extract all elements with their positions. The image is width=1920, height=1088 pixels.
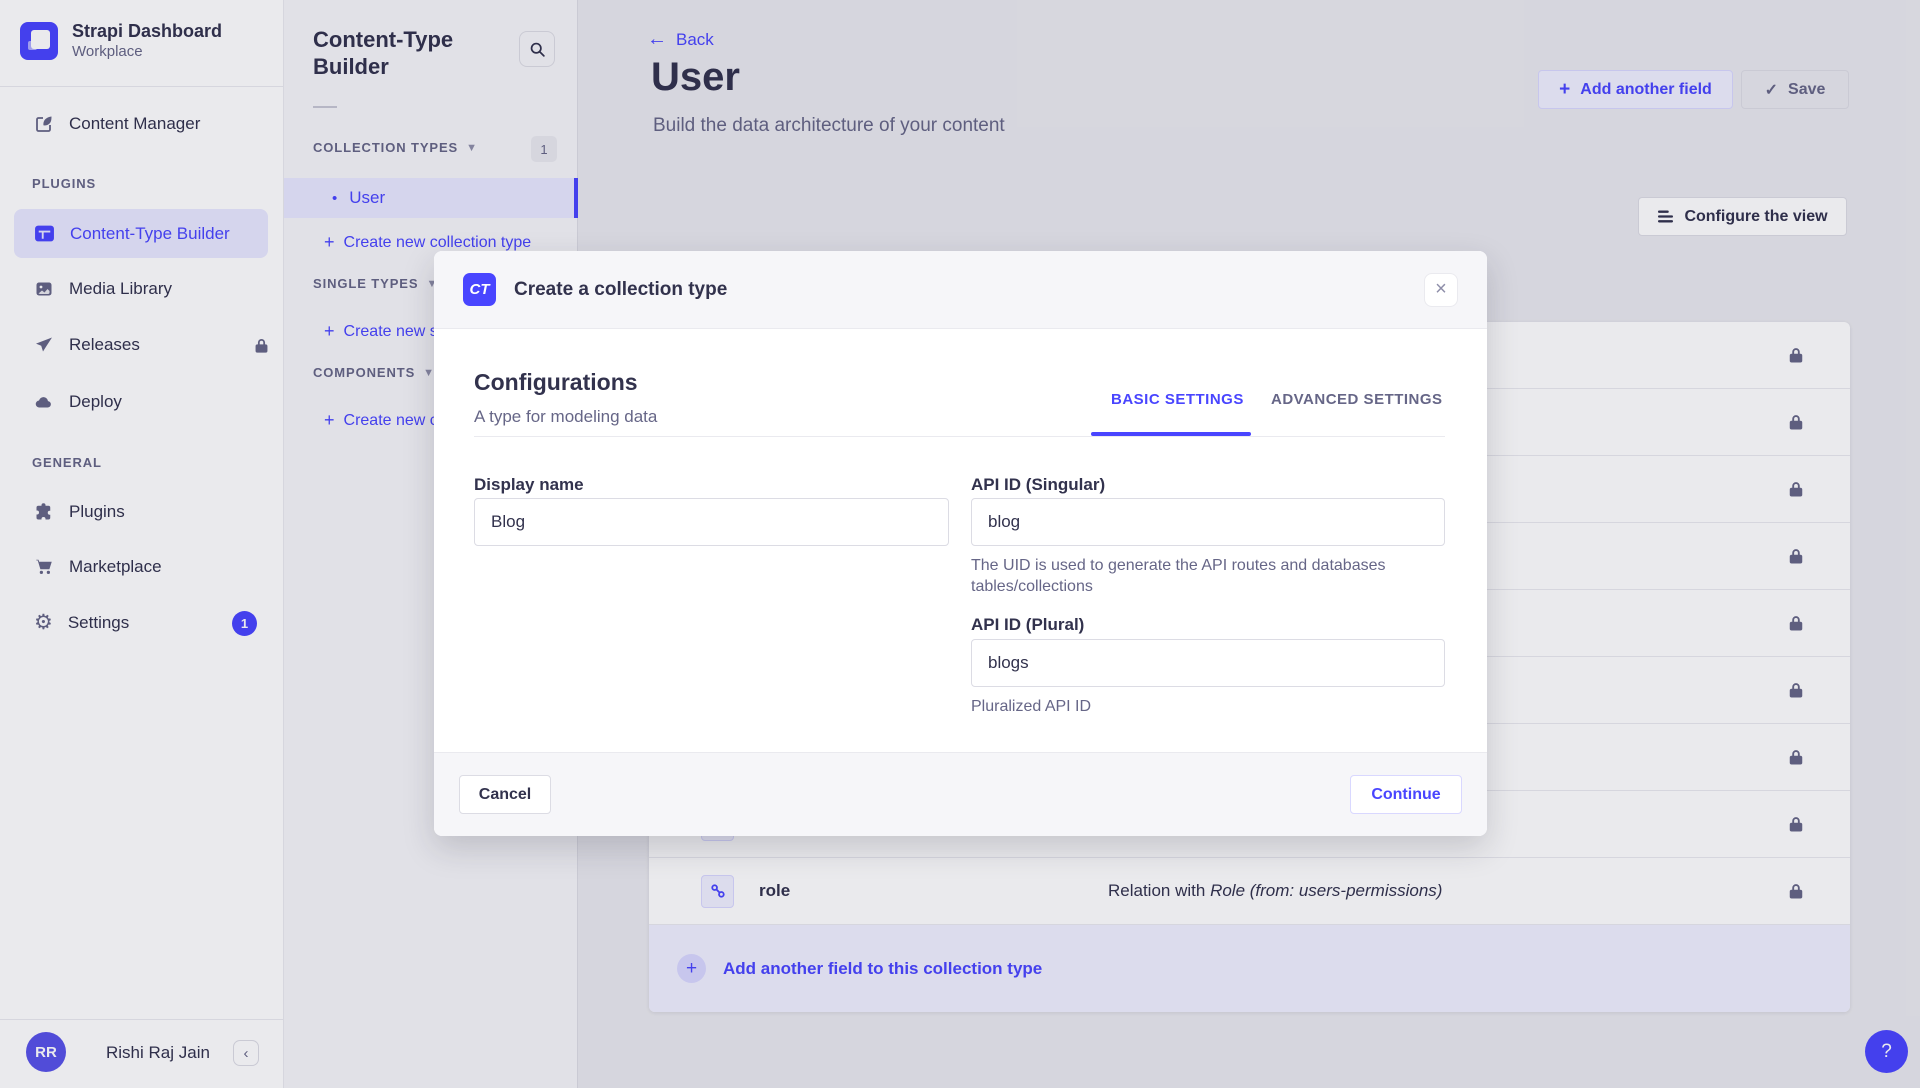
api-id-singular-hint: The UID is used to generate the API rout… [971, 555, 1411, 597]
close-icon[interactable]: × [1424, 273, 1458, 307]
modal-footer: Cancel Continue [434, 752, 1487, 836]
continue-button[interactable]: Continue [1350, 775, 1462, 814]
modal-title: Create a collection type [514, 279, 727, 301]
configurations-heading: Configurations [474, 369, 638, 396]
divider [474, 436, 1445, 437]
display-name-input[interactable] [474, 498, 949, 546]
api-id-plural-input[interactable] [971, 639, 1445, 687]
api-id-singular-label: API ID (Singular) [971, 475, 1105, 495]
modal-header: CT Create a collection type × [434, 251, 1487, 329]
api-id-plural-label: API ID (Plural) [971, 615, 1084, 635]
content-type-badge: CT [463, 273, 496, 306]
create-collection-type-modal: CT Create a collection type × Configurat… [434, 251, 1487, 836]
cancel-button[interactable]: Cancel [459, 775, 551, 814]
modal-body: Configurations A type for modeling data … [434, 329, 1487, 752]
tab-advanced-settings[interactable]: ADVANCED SETTINGS [1271, 391, 1443, 408]
api-id-plural-hint: Pluralized API ID [971, 696, 1091, 717]
tab-basic-settings[interactable]: BASIC SETTINGS [1111, 391, 1244, 408]
active-tab-indicator [1091, 432, 1251, 436]
configurations-subheading: A type for modeling data [474, 407, 657, 427]
display-name-label: Display name [474, 475, 584, 495]
api-id-singular-input[interactable] [971, 498, 1445, 546]
